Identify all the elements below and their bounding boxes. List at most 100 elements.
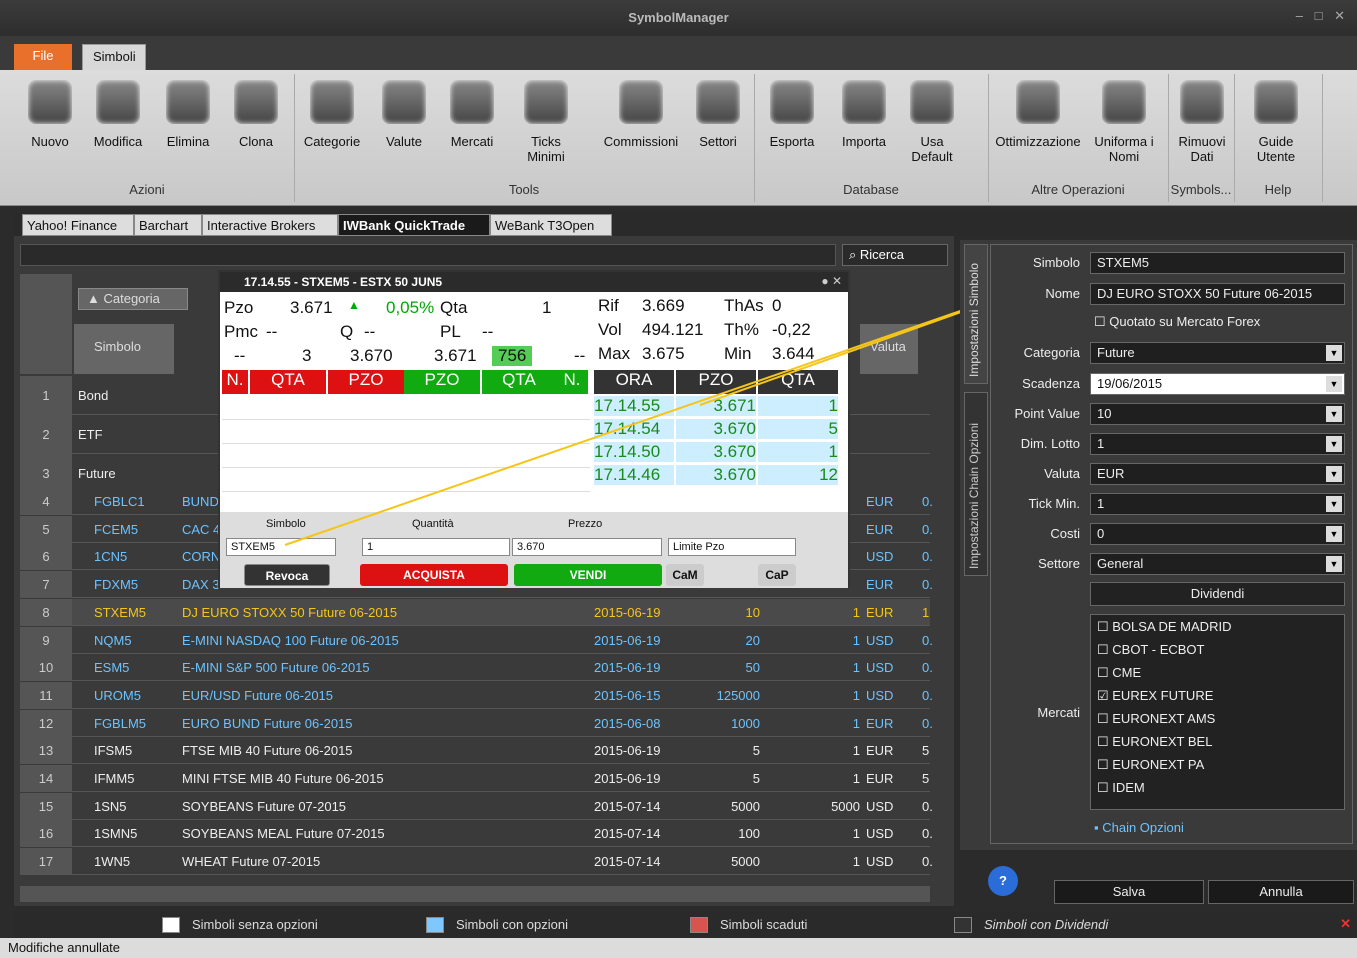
col-simbolo[interactable]: Simbolo [74,324,174,374]
ribbon-button-15[interactable]: Rimuovi Dati [1170,76,1234,164]
ribbon-button-0[interactable]: Nuovo [18,76,82,149]
book-n1: -- [234,346,246,365]
list-item[interactable]: ☐ CME [1097,665,1141,681]
tick-field[interactable]: 1 ▼ [1090,493,1345,515]
list-item[interactable]: ☐ BOLSA DE MADRID [1097,619,1231,635]
chevron-down-icon[interactable]: ▼ [1326,466,1342,482]
ribbon-button-label: Mercati [450,134,494,149]
chevron-down-icon[interactable]: ▼ [1326,436,1342,452]
ribbon-button-13[interactable]: Ottimizzazione [990,76,1086,149]
acquista-button[interactable]: ACQUISTA [360,564,508,586]
table-row[interactable]: 16 1SMN5 SOYBEANS MEAL Future 07-2015 2015-… [20,820,933,848]
help-icon[interactable]: ? [988,866,1018,896]
list-item[interactable]: ☐ EURONEXT AMS [1097,711,1215,727]
ribbon-button-8[interactable]: Commissioni [598,76,684,149]
ribbon-button-7[interactable]: Ticks Minimi [514,76,578,164]
cell-sym: FGBLM5 [94,715,147,731]
categoria-groupby[interactable]: ▲ Categoria [78,288,188,310]
chevron-down-icon[interactable]: ▼ [1326,556,1342,572]
ribbon-button-2[interactable]: Elimina [156,76,220,149]
table-row[interactable]: 13 IFSM5 FTSE MIB 40 Future 06-2015 2015-06… [20,737,930,765]
cam-button[interactable]: CaM [666,564,704,586]
valuta-field[interactable]: EUR ▼ [1090,463,1345,485]
list-item[interactable]: ☐ EURONEXT BEL [1097,734,1212,750]
tab-impostazioni-simbolo[interactable]: Impostazioni Simbolo [964,244,988,384]
ribbon-button-6[interactable]: Mercati [440,76,504,149]
table-row[interactable]: 14 IFMM5 MINI FTSE MIB 40 Future 06-2015 20… [20,765,930,792]
simbolo-field[interactable]: STXEM5 [1090,252,1345,274]
chevron-down-icon[interactable]: ▼ [1326,376,1342,392]
tab-simboli[interactable]: Simboli [82,44,146,70]
categoria-field[interactable]: Future ▼ [1090,342,1345,364]
chevron-down-icon[interactable]: ▼ [1326,526,1342,542]
popup-title: 17.14.55 - STXEM5 - ESTX 50 JUN5 [220,272,848,292]
list-item[interactable]: ☐ IDEM [1097,780,1145,796]
chevron-down-icon[interactable]: ▼ [1326,406,1342,422]
ribbon-button-9[interactable]: Settori [686,76,750,149]
provider-tab[interactable]: Barchart [134,214,202,236]
tab-file[interactable]: File [14,44,72,70]
list-item[interactable]: ☑ EUREX FUTURE [1097,688,1213,704]
ribbon-button-14[interactable]: Uniforma i Nomi [1092,76,1156,164]
cell-cur: EUR [866,743,894,759]
row-number: 6 [20,543,72,571]
ribbon-button-5[interactable]: Valute [372,76,436,149]
cell-lot: 1 [852,854,860,870]
title-bar: SymbolManager – □ ✕ [0,0,1357,36]
trade-cell: 3.671 [676,396,756,416]
list-item[interactable]: ☐ EURONEXT PA [1097,757,1204,773]
forex-checkbox[interactable]: ☐ Quotato su Mercato Forex [1094,314,1260,330]
table-row[interactable]: 8 STXEM5 DJ EURO STOXX 50 Future 06-2015 20… [20,598,930,626]
cell-sym: FDXM5 [94,577,139,593]
search-button[interactable]: ⌕ Ricerca [842,244,948,266]
ribbon-button-4[interactable]: Categorie [300,76,364,149]
settore-field[interactable]: General ▼ [1090,553,1345,575]
lotto-field[interactable]: 1 ▼ [1090,433,1345,455]
scadenza-field[interactable]: 19/06/2015 ▼ [1090,373,1345,395]
chevron-down-icon[interactable]: ▼ [1326,496,1342,512]
chain-opzioni-checkbox[interactable]: ▪ Chain Opzioni [1094,820,1184,835]
tab-chain-opzioni[interactable]: Impostazioni Chain Opzioni [964,392,988,576]
table-row[interactable]: 17 1WN5 WHEAT Future 07-2015 2015-07-14 5000… [20,848,933,876]
cap-button[interactable]: CaP [758,564,796,586]
close-icon[interactable]: ● ✕ [821,274,842,288]
mercati-list[interactable]: ☐ BOLSA DE MADRID ☐ CBOT - ECBOT ☐ CME ☑ EU… [1090,614,1345,810]
table-row[interactable]: 9 NQM5 E-MINI NASDAQ 100 Future 06-2015 201… [20,626,933,654]
h-scrollbar[interactable] [20,886,930,902]
provider-tab[interactable]: WeBank T3Open [490,214,612,236]
cell-x: 0. [922,798,933,814]
salva-button[interactable]: Salva [1054,880,1204,904]
window-controls[interactable]: – □ ✕ [1296,8,1349,24]
nome-field[interactable]: DJ EURO STOXX 50 Future 06-2015 [1090,283,1345,305]
dividendi-button[interactable]: Dividendi [1090,582,1345,606]
provider-tab[interactable]: IWBank QuickTrade [338,214,490,236]
ribbon-button-1[interactable]: Modifica [86,76,150,149]
quantity-stepper[interactable]: 1 [362,538,510,556]
ribbon-button-12[interactable]: Usa Default [900,76,964,164]
table-row[interactable]: 15 1SN5 SOYBEANS Future 07-2015 2015-07-14 5… [20,792,933,820]
price-stepper[interactable]: 3.670 [512,538,662,556]
col-valuta[interactable]: Valuta [860,324,918,374]
costi-field[interactable]: 0 ▼ [1090,523,1345,545]
table-row[interactable]: 12 FGBLM5 EURO BUND Future 06-2015 2015-06-… [20,709,933,737]
ribbon-button-16[interactable]: Guide Utente [1244,76,1308,164]
ribbon-button-3[interactable]: Clona [224,76,288,149]
cell-date: 2015-06-19 [594,660,661,676]
search-input[interactable] [20,244,836,266]
chevron-down-icon[interactable]: ▼ [1326,345,1342,361]
vendi-button[interactable]: VENDI [514,564,662,586]
order-type-select[interactable]: Limite Pzo [668,538,796,556]
ribbon-button-10[interactable]: Esporta [760,76,824,149]
table-row[interactable]: 11 UROM5 EUR/USD Future 06-2015 2015-06-15 1… [20,681,933,709]
annulla-button[interactable]: Annulla [1208,880,1354,904]
list-item[interactable]: ☐ CBOT - ECBOT [1097,642,1204,658]
symbol-input[interactable]: STXEM5 [226,538,336,556]
close-icon[interactable]: ✕ [1340,916,1351,932]
provider-tab[interactable]: Yahoo! Finance [22,214,134,236]
ribbon-button-11[interactable]: Importa [832,76,896,149]
revoca-button[interactable]: Revoca [244,564,330,586]
pv-field[interactable]: 10 ▼ [1090,403,1345,425]
cell-lot: 1 [852,771,860,786]
provider-tab[interactable]: Interactive Brokers [202,214,338,236]
table-row[interactable]: 10 ESM5 E-MINI S&P 500 Future 06-2015 2015-… [20,654,933,682]
